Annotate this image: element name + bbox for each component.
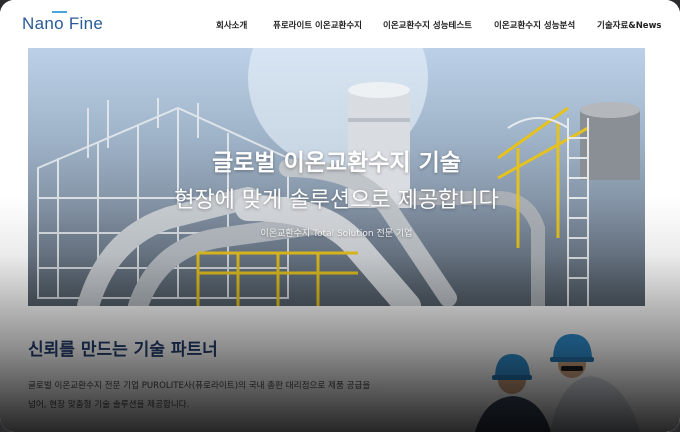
section-body-line: 글로벌 이온교환수지 전문 기업 PUROLITE사(퓨로라이트)의 국내 총판… (28, 381, 371, 391)
hero-subtitle: 현장에 맞게 솔루션으로 제공합니다 (174, 188, 499, 213)
section-body-line: 넘어, 현장 맞춤형 기술 솔루션을 제공합니다. (28, 400, 190, 410)
hero-tagline: 이온교환수지 Total Solution 전문 기업 (260, 229, 413, 239)
nav-item-performance-analysis[interactable]: 이온교환수지 성능분석 (494, 19, 575, 31)
engineers-photo (455, 318, 680, 432)
section-title: 신뢰를 만드는 기술 파트너 (28, 340, 218, 360)
section-body: 글로벌 이온교환수지 전문 기업 PUROLITE사(퓨로라이트)의 국내 총판… (28, 377, 448, 415)
nav-item-purolite-resin[interactable]: 퓨로라이트 이온교환수지 (273, 19, 362, 31)
nav-item-tech-news[interactable]: 기술자료&News (597, 19, 661, 31)
site-header: Nano Fine 회사소개 퓨로라이트 이온교환수지 이온교환수지 성능테스트… (0, 0, 680, 48)
web-page: Nano Fine 회사소개 퓨로라이트 이온교환수지 이온교환수지 성능테스트… (0, 0, 680, 432)
logo-text: Nano Fine (22, 14, 104, 33)
logo[interactable]: Nano Fine (22, 11, 104, 36)
hero-banner: 글로벌 이온교환수지 기술 현장에 맞게 솔루션으로 제공합니다 이온교환수지 … (28, 48, 645, 306)
logo-accent-bar (52, 11, 67, 13)
nav-item-company[interactable]: 회사소개 (216, 19, 247, 31)
nav-item-performance-test[interactable]: 이온교환수지 성능테스트 (383, 19, 472, 31)
industrial-plant-image (37, 48, 640, 306)
hero-title: 글로벌 이온교환수지 기술 (212, 150, 461, 176)
